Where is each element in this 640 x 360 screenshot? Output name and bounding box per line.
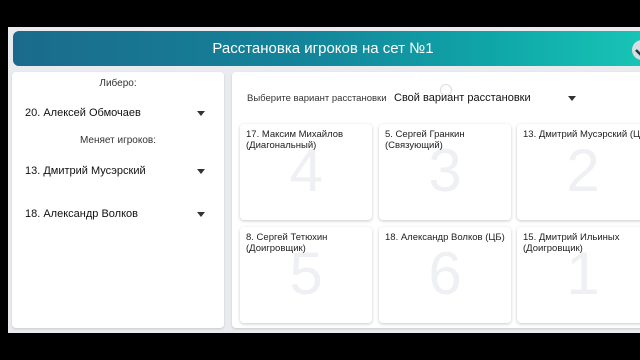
caret-down-icon: [197, 212, 205, 217]
libero-value: 20. Алексей Обмочаев: [25, 107, 141, 119]
substitute-select-2[interactable]: 18. Александр Волков: [25, 206, 205, 224]
caret-down-icon: [197, 111, 205, 116]
substitute-value-2: 18. Александр Волков: [25, 208, 138, 220]
player-name: 17. Максим Михайлов (Диагональный): [246, 129, 344, 151]
position-number: 6: [428, 240, 462, 307]
substitutes-caption: Меняет игроков:: [79, 135, 157, 146]
player-name: 5. Сергей Гранкин (Связующий): [385, 129, 465, 151]
confirm-button[interactable]: [632, 40, 640, 60]
check-icon: [635, 49, 640, 56]
position-number: 2: [566, 137, 600, 204]
player-name: 18. Александр Волков (ЦБ): [385, 232, 505, 243]
position-card-2[interactable]: 2 13. Дмитрий Мусэрский (ЦБ): [517, 124, 640, 220]
position-card-4[interactable]: 4 17. Максим Михайлов (Диагональный): [240, 124, 372, 220]
caret-down-icon: [568, 96, 576, 101]
lineup-panel: Выберите вариант расстановки Свой вариан…: [232, 72, 640, 328]
player-name: 13. Дмитрий Мусэрский (ЦБ): [523, 129, 640, 140]
page-title: Расстановка игроков на сет №1: [212, 40, 434, 57]
position-card-6[interactable]: 6 18. Александр Волков (ЦБ): [379, 227, 511, 323]
substitutes-panel: Либеро: 20. Алексей Обмочаев Меняет игро…: [12, 72, 224, 328]
player-name: 8. Сергей Тетюхин (Доигровщик): [246, 232, 328, 254]
variant-label: Выберите вариант расстановки: [247, 93, 387, 104]
position-card-3[interactable]: 3 5. Сергей Гранкин (Связующий): [379, 124, 511, 220]
substitute-select-1[interactable]: 13. Дмитрий Мусэрский: [25, 163, 205, 181]
substitute-value-1: 13. Дмитрий Мусэрский: [25, 165, 146, 177]
libero-select[interactable]: 20. Алексей Обмочаев: [25, 105, 205, 123]
app-window: Расстановка игроков на сет №1 Либеро: 20…: [8, 27, 640, 333]
libero-caption: Либеро:: [99, 78, 137, 89]
position-card-5[interactable]: 5 8. Сергей Тетюхин (Доигровщик): [240, 227, 372, 323]
header-bar: Расстановка игроков на сет №1: [13, 31, 640, 66]
variant-value: Свой вариант расстановки: [394, 92, 531, 104]
caret-down-icon: [197, 169, 205, 174]
position-card-1[interactable]: 1 15. Дмитрий Ильиных (Доигровщик): [517, 227, 640, 323]
player-name: 15. Дмитрий Ильиных (Доигровщик): [523, 232, 620, 254]
variant-select[interactable]: Свой вариант расстановки: [394, 84, 576, 106]
